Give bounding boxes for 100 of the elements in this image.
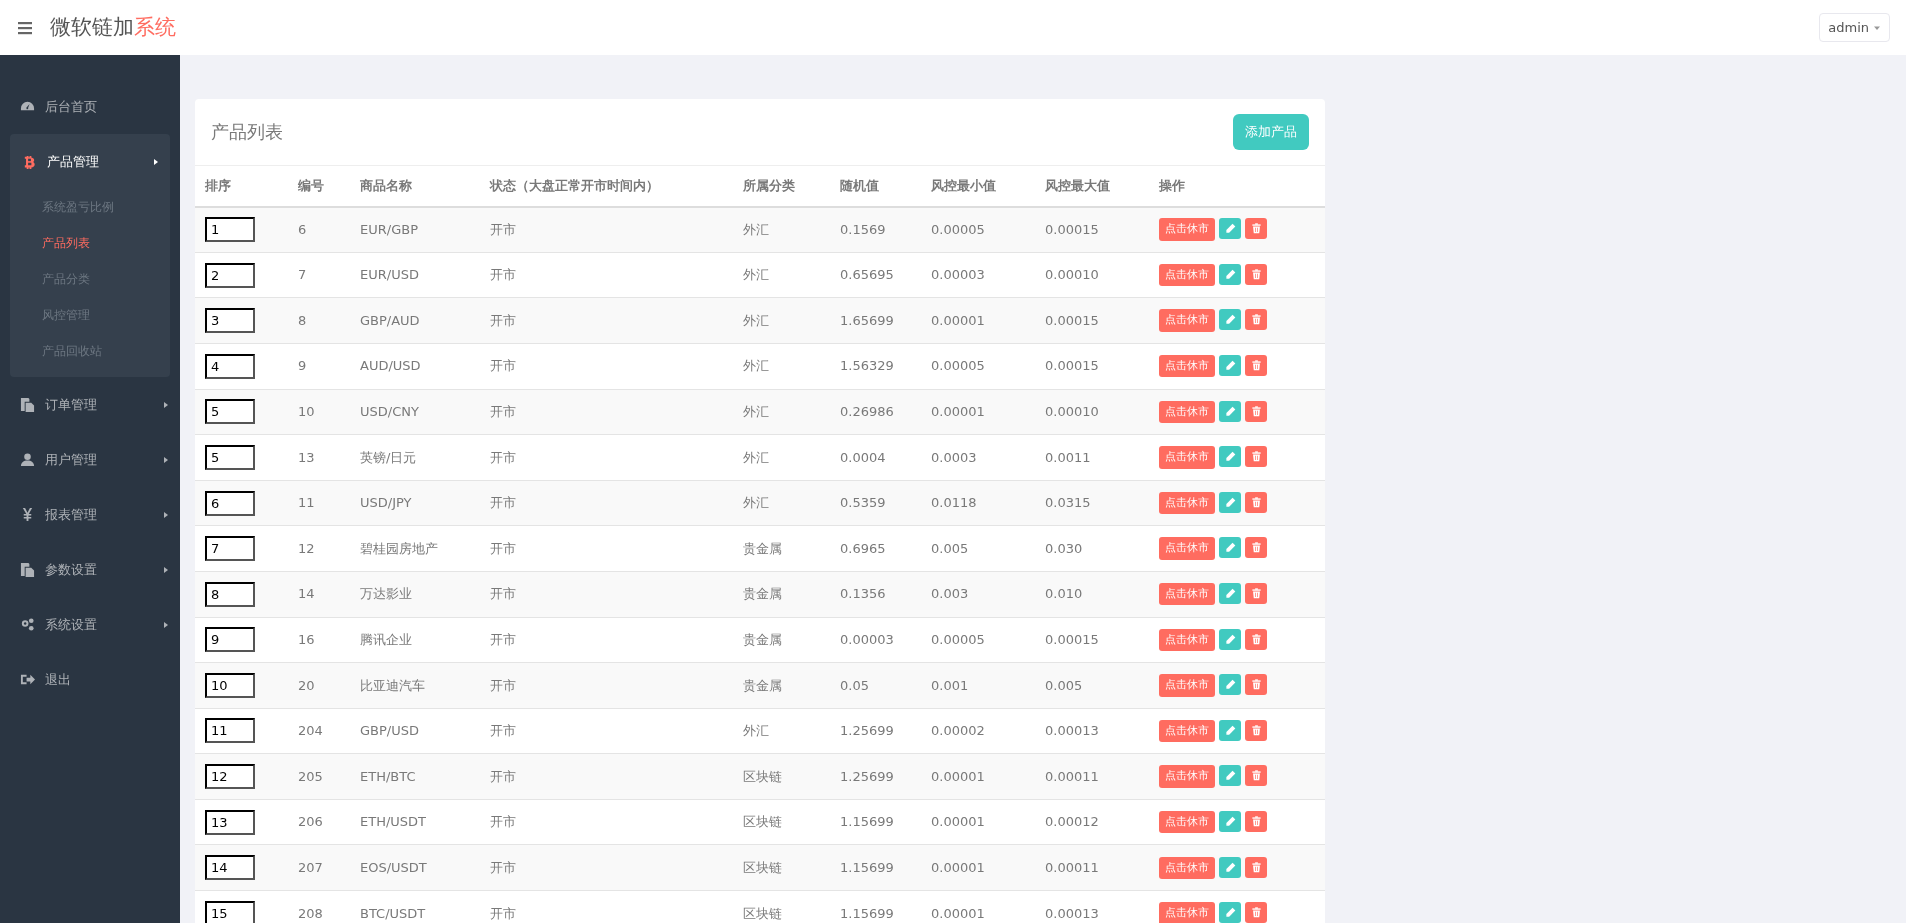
edit-button[interactable] (1219, 674, 1241, 696)
sort-input[interactable]: 14 (205, 855, 255, 881)
sort-input[interactable]: 7 (205, 536, 255, 562)
sort-input[interactable]: 3 (205, 308, 255, 334)
sort-input[interactable]: 11 (205, 718, 255, 744)
pencil-icon (1224, 223, 1236, 235)
sort-input[interactable]: 8 (205, 581, 255, 607)
edit-button[interactable] (1219, 263, 1241, 285)
table-cell: 6 (288, 206, 350, 253)
delete-button[interactable] (1245, 765, 1267, 787)
delete-button[interactable] (1245, 628, 1267, 650)
edit-button[interactable] (1219, 446, 1241, 468)
trash-icon (1250, 770, 1262, 782)
pencil-icon (1224, 496, 1236, 508)
trash-icon (1250, 815, 1262, 827)
submenu-item[interactable]: 产品列表 (10, 225, 170, 262)
delete-button[interactable] (1245, 309, 1267, 331)
sort-input[interactable]: 5 (205, 444, 255, 470)
edit-button[interactable] (1219, 628, 1241, 650)
sort-input[interactable]: 9 (205, 627, 255, 653)
trash-icon (1250, 268, 1262, 280)
table-cell: 0.00013 (1035, 708, 1149, 754)
sidebar-item[interactable]: 用户管理 (0, 432, 180, 488)
delete-button[interactable] (1245, 491, 1267, 513)
table-cell: BTC/USDT (350, 890, 480, 923)
column-header: 排序 (195, 165, 288, 207)
sidebar-item[interactable]: 参数设置 (0, 542, 180, 598)
delete-button[interactable] (1245, 263, 1267, 285)
edit-button[interactable] (1219, 400, 1241, 422)
table-cell: 204 (288, 708, 350, 754)
app-title: 微软链加系统 (50, 15, 176, 41)
edit-button[interactable] (1219, 902, 1241, 923)
delete-button[interactable] (1245, 674, 1267, 696)
table-cell: 1.15699 (830, 799, 921, 845)
table-cell: 贵金属 (733, 571, 830, 617)
table-cell: 12 (288, 525, 350, 572)
delete-button[interactable] (1245, 218, 1267, 240)
table-cell: 0.05 (830, 662, 921, 709)
user-menu-button[interactable]: admin (1819, 12, 1890, 43)
edit-button[interactable] (1219, 765, 1241, 787)
sidebar-item[interactable]: 产品管理 (10, 134, 170, 190)
table-cell: 1.25699 (830, 753, 921, 800)
pencil-icon (1224, 633, 1236, 645)
panel-title: 产品列表 (211, 121, 283, 143)
yen-icon (20, 507, 35, 523)
trash-icon (1250, 907, 1262, 919)
sort-input[interactable]: 12 (205, 764, 255, 790)
sort-input[interactable]: 5 (205, 399, 255, 425)
delete-button[interactable] (1245, 719, 1267, 741)
sidebar-item[interactable]: 报表管理 (0, 487, 180, 543)
delete-button[interactable] (1245, 902, 1267, 923)
table-cell: 开市 (480, 252, 733, 298)
edit-button[interactable] (1219, 491, 1241, 513)
edit-button[interactable] (1219, 537, 1241, 559)
sidebar-item[interactable]: 退出 (0, 652, 180, 708)
table-cell: 外汇 (733, 480, 830, 526)
edit-button[interactable] (1219, 582, 1241, 604)
delete-button[interactable] (1245, 582, 1267, 604)
edit-button[interactable] (1219, 309, 1241, 331)
table-cell: 0.6965 (830, 525, 921, 572)
column-header: 操作 (1149, 165, 1325, 207)
table-cell: 0.005 (921, 525, 1035, 572)
sort-input[interactable]: 2 (205, 262, 255, 288)
delete-button[interactable] (1245, 856, 1267, 878)
table-cell: 1.25699 (830, 708, 921, 754)
delete-button[interactable] (1245, 355, 1267, 376)
table-cell: 206 (288, 799, 350, 845)
delete-button[interactable] (1245, 446, 1267, 468)
table-cell: 开市 (480, 571, 733, 617)
delete-button[interactable] (1245, 537, 1267, 559)
sidebar-item[interactable]: 订单管理 (0, 377, 180, 433)
edit-button[interactable] (1219, 856, 1241, 878)
table-cell: 比亚迪汽车 (350, 662, 480, 709)
edit-button[interactable] (1219, 719, 1241, 741)
menu-icon[interactable] (16, 19, 34, 36)
sidebar-item[interactable]: 后台首页 (0, 79, 180, 135)
sort-input[interactable]: 4 (205, 353, 255, 379)
sort-input[interactable]: 13 (205, 809, 255, 835)
edit-button[interactable] (1219, 355, 1241, 376)
table-cell: EOS/USDT (350, 844, 480, 891)
trash-icon (1250, 679, 1262, 691)
table-cell: 0.1356 (830, 571, 921, 617)
delete-button[interactable] (1245, 810, 1267, 832)
table-cell: 208 (288, 890, 350, 923)
edit-button[interactable] (1219, 810, 1241, 832)
table-cell: ETH/USDT (350, 799, 480, 845)
delete-button[interactable] (1245, 400, 1267, 422)
trash-icon (1250, 496, 1262, 508)
edit-button[interactable] (1219, 218, 1241, 240)
sort-input[interactable]: 10 (205, 672, 255, 698)
column-header: 风控最小值 (921, 165, 1035, 207)
trash-icon (1250, 360, 1262, 371)
sort-input[interactable]: 6 (205, 490, 255, 516)
table-cell: 8 (288, 297, 350, 344)
sidebar-item[interactable]: 系统设置 (0, 597, 180, 653)
table-cell: 20 (288, 662, 350, 709)
sort-input[interactable]: 15 (205, 901, 255, 923)
pencil-icon (1224, 542, 1236, 554)
sort-input[interactable]: 1 (205, 217, 255, 243)
column-header: 随机值 (830, 165, 921, 207)
